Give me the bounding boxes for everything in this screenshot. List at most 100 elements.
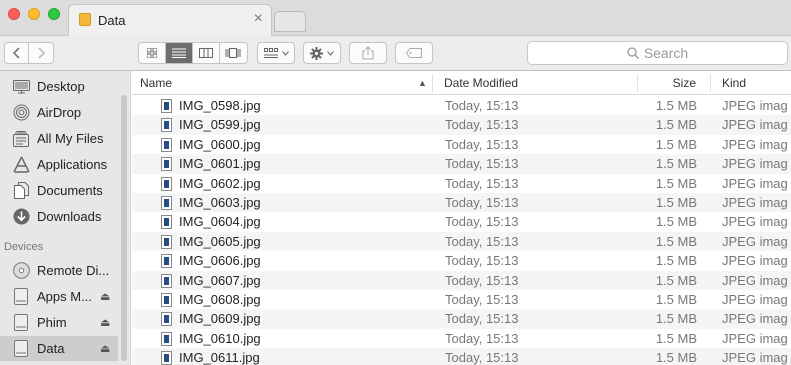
file-kind: JPEG imag (722, 292, 788, 307)
table-row[interactable]: IMG_0610.jpg Today, 15:13 1.5 MB JPEG imag (132, 329, 791, 348)
table-row[interactable]: IMG_0599.jpg Today, 15:13 1.5 MB JPEG imag (132, 115, 791, 135)
sidebar-item-documents[interactable]: Documents (0, 178, 118, 203)
table-row[interactable]: IMG_0603.jpg Today, 15:13 1.5 MB JPEG imag (132, 193, 791, 213)
search-input[interactable]: Search (527, 41, 788, 65)
minimize-window-button[interactable] (28, 8, 40, 20)
table-row[interactable]: IMG_0611.jpg Today, 15:13 1.5 MB JPEG imag (132, 348, 791, 365)
file-size: 1.5 MB (655, 233, 697, 249)
file-name: IMG_0600.jpg (179, 136, 261, 152)
action-button[interactable] (303, 42, 341, 64)
zoom-window-button[interactable] (48, 8, 60, 20)
file-name: IMG_0609.jpg (179, 311, 261, 327)
table-row[interactable]: IMG_0601.jpg Today, 15:13 1.5 MB JPEG imag (132, 154, 791, 174)
column-divider[interactable] (710, 74, 711, 92)
table-row[interactable]: IMG_0604.jpg Today, 15:13 1.5 MB JPEG imag (132, 212, 791, 231)
file-date-modified: Today, 15:13 (445, 233, 519, 249)
toolbar: Search (0, 36, 791, 71)
jpeg-file-icon (161, 312, 172, 327)
jpeg-file-icon (161, 215, 172, 230)
sidebar-item-downloads[interactable]: Downloads (0, 204, 118, 229)
sidebar-item-apps-m[interactable]: Apps M... ⏏ (0, 284, 118, 309)
table-row[interactable]: IMG_0609.jpg Today, 15:13 1.5 MB JPEG imag (132, 309, 791, 329)
airdrop-icon (12, 104, 30, 122)
jpeg-file-icon (161, 157, 172, 172)
file-size: 1.5 MB (655, 311, 697, 327)
file-date-modified: Today, 15:13 (445, 311, 519, 327)
sidebar-item-label: Data (37, 341, 65, 356)
file-kind: JPEG imag (722, 311, 788, 327)
eject-icon[interactable]: ⏏ (100, 316, 110, 329)
forward-button[interactable] (29, 43, 53, 63)
list-icon (171, 48, 186, 58)
documents-icon (12, 182, 30, 200)
file-size: 1.5 MB (655, 156, 697, 172)
jpeg-file-icon (161, 293, 172, 307)
drive-icon (12, 288, 30, 306)
icon-view-button[interactable] (139, 43, 166, 63)
jpeg-file-icon (161, 351, 172, 365)
sidebar-item-desktop[interactable]: Desktop (0, 74, 118, 99)
table-row[interactable]: IMG_0607.jpg Today, 15:13 1.5 MB JPEG imag (132, 270, 791, 290)
file-date-modified: Today, 15:13 (445, 98, 519, 113)
file-size: 1.5 MB (655, 117, 697, 133)
sidebar-item-applications[interactable]: Applications (0, 152, 118, 177)
sidebar-scrollbar[interactable] (121, 95, 127, 361)
file-kind: JPEG imag (722, 136, 788, 152)
file-kind: JPEG imag (722, 330, 788, 346)
file-name: IMG_0599.jpg (179, 117, 261, 133)
column-view-button[interactable] (193, 43, 220, 63)
share-icon (362, 46, 374, 60)
table-row[interactable]: IMG_0602.jpg Today, 15:13 1.5 MB JPEG imag (132, 174, 791, 193)
file-date-modified: Today, 15:13 (445, 330, 519, 346)
eject-icon[interactable]: ⏏ (100, 290, 110, 303)
edit-tags-button[interactable] (395, 42, 433, 64)
sidebar-item-label: Documents (37, 183, 103, 198)
table-row[interactable]: IMG_0598.jpg Today, 15:13 1.5 MB JPEG imag (132, 96, 791, 115)
file-size: 1.5 MB (655, 272, 697, 288)
columns-icon (198, 48, 213, 58)
list-view-button[interactable] (165, 43, 194, 63)
table-row[interactable]: IMG_0605.jpg Today, 15:13 1.5 MB JPEG imag (132, 231, 791, 252)
cover-flow-icon (225, 48, 241, 58)
file-size: 1.5 MB (655, 350, 697, 365)
sort-ascending-icon[interactable]: ▲ (418, 78, 427, 88)
file-name: IMG_0607.jpg (179, 272, 261, 288)
devices-header: Devices (4, 241, 44, 253)
column-header-date-modified[interactable]: Date Modified (444, 76, 518, 90)
arrange-button[interactable] (257, 42, 295, 64)
grid-icon (146, 48, 157, 58)
table-row[interactable]: IMG_0608.jpg Today, 15:13 1.5 MB JPEG imag (132, 290, 791, 309)
back-button[interactable] (5, 43, 30, 63)
share-button[interactable] (349, 42, 387, 64)
file-name: IMG_0598.jpg (179, 98, 261, 113)
sidebar-item-data[interactable]: Data ⏏ (0, 336, 118, 361)
sidebar-item-phim[interactable]: Phim ⏏ (0, 310, 118, 335)
jpeg-file-icon (161, 234, 172, 249)
chevron-down-icon (327, 50, 334, 56)
sidebar-item-remote-disc[interactable]: Remote Di... (0, 258, 118, 283)
tab-data[interactable]: Data × (68, 4, 272, 36)
drive-icon (12, 340, 30, 358)
table-row[interactable]: IMG_0606.jpg Today, 15:13 1.5 MB JPEG imag (132, 251, 791, 270)
column-header-name[interactable]: Name (140, 76, 172, 90)
sidebar-item-airdrop[interactable]: AirDrop (0, 100, 118, 125)
eject-icon[interactable]: ⏏ (100, 342, 110, 355)
file-date-modified: Today, 15:13 (445, 156, 519, 172)
column-header-kind[interactable]: Kind (722, 76, 746, 90)
new-tab-button[interactable] (274, 11, 306, 32)
jpeg-file-icon (161, 118, 172, 133)
column-divider[interactable] (432, 74, 433, 92)
file-kind: JPEG imag (722, 98, 788, 113)
sidebar-item-all-my-files[interactable]: All My Files (0, 126, 118, 151)
file-kind: JPEG imag (722, 233, 788, 249)
cover-flow-button[interactable] (220, 43, 247, 63)
column-header-size[interactable]: Size (612, 76, 696, 90)
close-window-button[interactable] (8, 8, 20, 20)
file-date-modified: Today, 15:13 (445, 175, 519, 191)
file-date-modified: Today, 15:13 (445, 195, 519, 210)
sidebar-item-label: Phim (37, 315, 67, 330)
disc-icon (12, 262, 30, 280)
table-row[interactable]: IMG_0600.jpg Today, 15:13 1.5 MB JPEG imag (132, 135, 791, 154)
tab-close-button[interactable]: × (254, 11, 263, 27)
sidebar-item-label: Downloads (37, 209, 102, 224)
